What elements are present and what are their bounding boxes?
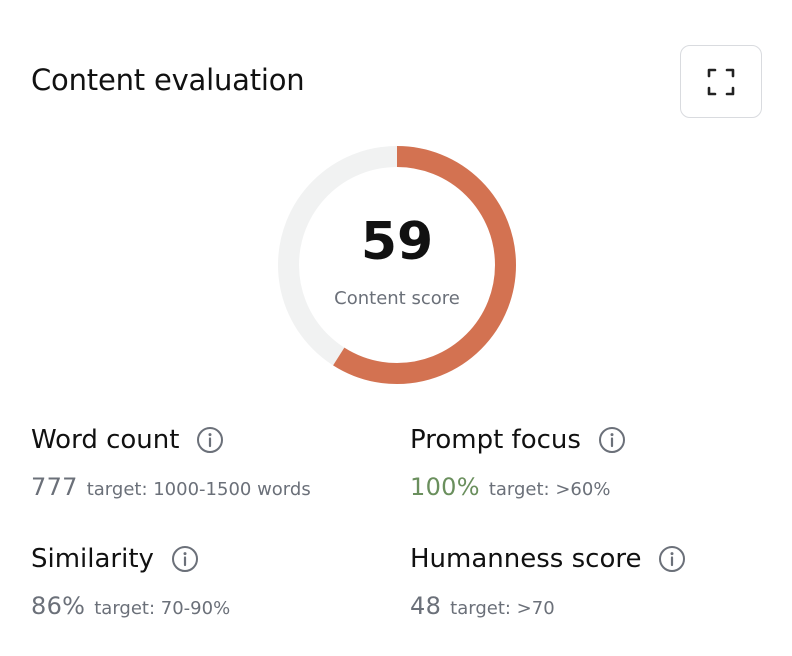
metric-target: target: 1000-1500 words xyxy=(86,479,311,500)
content-score-value: 59 xyxy=(360,212,434,272)
metric-name: Word count xyxy=(31,425,180,455)
metric-value: 48 xyxy=(410,592,442,620)
metric-similarity: Similarity 86% target: 70-90% xyxy=(31,539,391,624)
metric-prompt-focus: Prompt focus 100% target: >60% xyxy=(410,420,770,505)
metric-value: 86% xyxy=(31,592,86,620)
info-icon[interactable] xyxy=(598,426,626,454)
metric-value: 777 xyxy=(31,473,78,501)
metric-target: target: 70-90% xyxy=(94,598,231,619)
expand-icon xyxy=(707,68,735,95)
info-icon[interactable] xyxy=(196,426,224,454)
info-icon[interactable] xyxy=(658,545,686,573)
expand-button[interactable] xyxy=(680,45,762,118)
metric-target: target: >60% xyxy=(488,479,611,500)
content-score-label: Content score xyxy=(334,288,460,309)
metric-target: target: >70 xyxy=(450,598,555,619)
metric-name: Similarity xyxy=(31,544,154,574)
page-title: Content evaluation xyxy=(31,63,305,97)
metric-word-count: Word count 777 target: 1000-1500 words xyxy=(31,420,391,505)
info-icon[interactable] xyxy=(171,545,199,573)
content-score-gauge: 59 Content score xyxy=(276,144,518,386)
metric-humanness-score: Humanness score 48 target: >70 xyxy=(410,539,770,624)
metric-value: 100% xyxy=(410,473,480,501)
metric-name: Humanness score xyxy=(410,544,642,574)
metric-name: Prompt focus xyxy=(410,425,581,455)
